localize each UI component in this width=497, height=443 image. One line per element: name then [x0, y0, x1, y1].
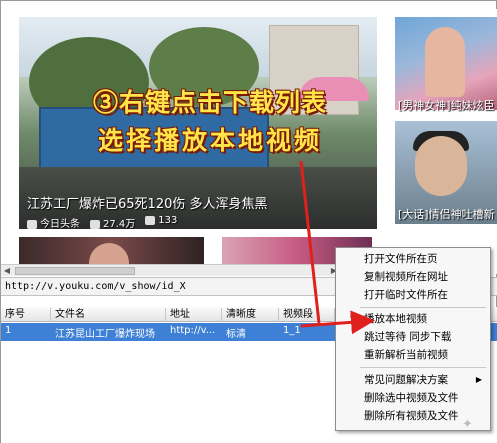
web-view[interactable]: 江苏工厂爆炸已65死120伤 多人浑身焦黑 今日头条 27.4万 133 ③右键… — [15, 9, 497, 274]
web-horizontal-scrollbar[interactable]: ◀ ▶ — [1, 264, 341, 276]
source-icon — [27, 219, 37, 229]
watermark-icon: ✦ — [462, 417, 473, 432]
news-views: 27.4万 — [103, 219, 136, 229]
menu-skip-wait-sync-download[interactable]: 跳过等待 同步下载 — [364, 329, 451, 345]
submenu-arrow-icon: ▶ — [475, 375, 482, 384]
instruction-caption-line1: ③右键点击下载列表 — [92, 88, 327, 117]
col-quality[interactable]: 清晰度 — [222, 308, 279, 322]
application-window: 江苏工厂爆炸已65死120伤 多人浑身焦黑 今日头条 27.4万 133 ③右键… — [0, 0, 497, 443]
col-index[interactable]: 序号 — [1, 308, 51, 322]
menu-reparse-video[interactable]: 重新解析当前视频 — [364, 347, 448, 363]
news-source: 今日头条 — [40, 219, 80, 229]
scroll-left-icon[interactable]: ◀ — [2, 266, 12, 276]
instruction-caption-line2: 选择播放本地视频 — [97, 126, 322, 155]
menu-copy-url[interactable]: 复制视频所在网址 — [364, 269, 448, 285]
side-video-caption-1[interactable]: [男神女神]纯妹炫臣 — [398, 97, 495, 113]
row-index: 1 — [5, 325, 12, 336]
col-url[interactable]: 地址 — [166, 308, 222, 322]
comment-icon — [145, 215, 156, 225]
menu-delete-all[interactable]: 删除所有视频及文件 — [364, 408, 459, 424]
scrollbar-thumb[interactable] — [15, 267, 135, 275]
row-quality: 标清 — [226, 329, 246, 340]
side-video-caption-2[interactable]: [大话]情侣神吐槽新 — [398, 206, 495, 222]
play-count-icon — [90, 219, 100, 229]
menu-open-temp-folder[interactable]: 打开临时文件所在 — [364, 287, 448, 303]
news-comments: 133 — [158, 215, 178, 226]
row-url: http://v... — [170, 325, 216, 336]
main-news-title[interactable]: 江苏工厂爆炸已65死120伤 多人浑身焦黑 — [27, 193, 268, 212]
col-filename[interactable]: 文件名 — [51, 308, 166, 322]
menu-faq[interactable]: 常见问题解决方案 — [364, 372, 448, 388]
col-segment[interactable]: 视频段 — [279, 308, 335, 322]
url-text[interactable]: http://v.youku.com/v_show/id_X — [5, 281, 186, 292]
row-segment: 1_1 — [283, 325, 301, 336]
menu-separator — [360, 307, 486, 308]
menu-open-page[interactable]: 打开文件所在页 — [364, 251, 438, 267]
checked-diamond-icon: ◆ — [350, 312, 357, 322]
news-meta: 今日头条 27.4万 133 — [27, 215, 177, 229]
menu-play-local-video[interactable]: 播放本地视频 — [364, 311, 427, 327]
menu-separator — [360, 367, 486, 368]
menu-delete-selected[interactable]: 删除选中视频及文件 — [364, 390, 459, 406]
row-filename: 江苏昆山工厂爆炸现场 — [55, 329, 155, 340]
context-menu[interactable]: 打开文件所在页 复制视频所在网址 打开临时文件所在 ◆ 播放本地视频 跳过等待 … — [335, 247, 491, 431]
